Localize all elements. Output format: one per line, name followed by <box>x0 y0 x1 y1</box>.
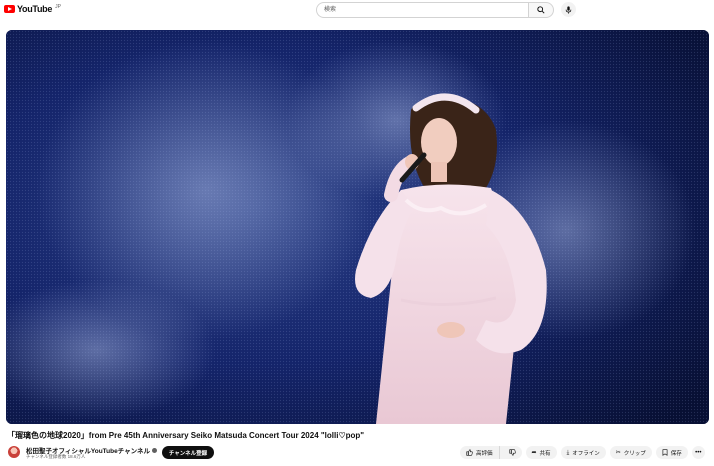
clip-button[interactable]: ✂ クリップ <box>609 446 652 459</box>
like-dislike-group: 高評価 <box>460 446 522 459</box>
youtube-logo-icon <box>4 5 15 13</box>
scissors-icon: ✂ <box>615 449 621 456</box>
more-icon: ••• <box>695 449 702 456</box>
country-code: JP <box>55 3 61 10</box>
more-button[interactable]: ••• <box>691 446 705 459</box>
like-icon <box>466 449 473 456</box>
video-player[interactable] <box>6 30 709 424</box>
video-actions: 高評価 ➦ 共有 ⤓ オフライン ✂ クリップ 保存 ••• <box>460 446 705 459</box>
clip-label: クリップ <box>623 450 646 457</box>
video-title: 「瑠璃色の地球2020」from Pre 45th Anniversary Se… <box>7 431 365 440</box>
download-label: オフライン <box>572 450 600 457</box>
logo-text: YouTube <box>17 4 53 14</box>
channel-avatar[interactable] <box>8 446 20 458</box>
youtube-logo[interactable]: YouTube JP <box>4 4 61 14</box>
download-button[interactable]: ⤓ オフライン <box>560 446 606 459</box>
search-button[interactable] <box>528 2 554 18</box>
search-bar: 検索 <box>316 2 554 18</box>
save-button[interactable]: 保存 <box>655 446 688 459</box>
video-frame <box>6 30 709 424</box>
subscribe-button[interactable]: チャンネル登録 <box>162 446 214 459</box>
download-icon: ⤓ <box>566 449 570 456</box>
voice-search-button[interactable] <box>561 2 576 17</box>
like-button[interactable]: 高評価 <box>460 446 500 459</box>
share-label: 共有 <box>539 450 551 457</box>
share-button[interactable]: ➦ 共有 <box>525 446 557 459</box>
search-input[interactable]: 検索 <box>316 2 528 18</box>
search-icon <box>537 6 545 14</box>
like-label: 高評価 <box>476 450 493 457</box>
save-label: 保存 <box>670 450 682 457</box>
share-icon: ➦ <box>531 449 537 456</box>
dislike-button[interactable] <box>503 446 522 459</box>
subscriber-count: チャンネル登録者数 18.6万人 <box>26 454 86 459</box>
verified-icon <box>152 447 158 453</box>
bookmark-icon <box>662 449 668 456</box>
mic-icon <box>565 5 572 14</box>
dislike-icon <box>508 449 516 456</box>
